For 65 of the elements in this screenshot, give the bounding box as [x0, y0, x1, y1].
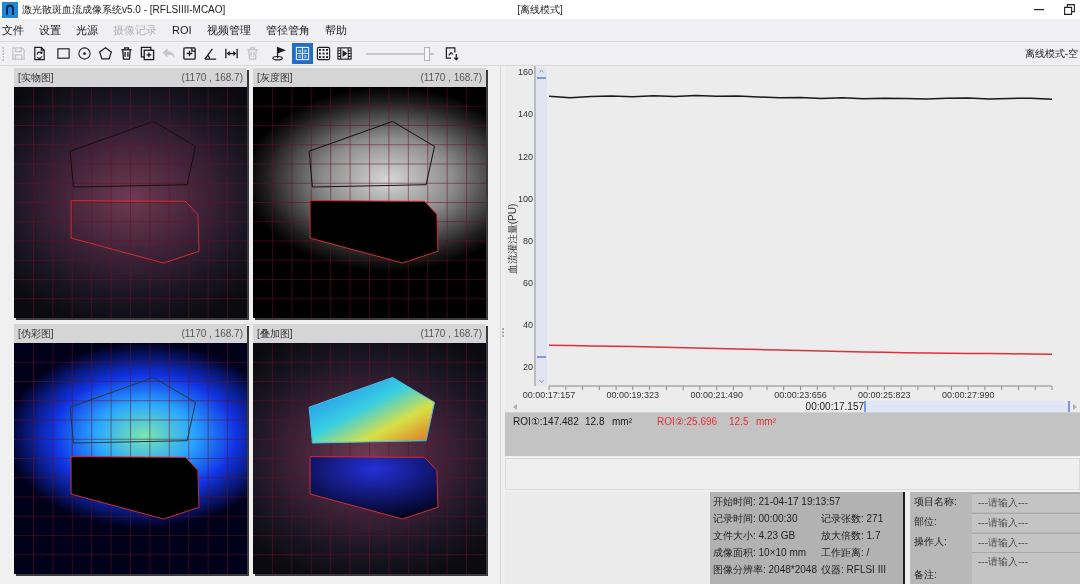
- minimize-icon[interactable]: [1034, 8, 1044, 11]
- y-tick-label: 120: [517, 151, 533, 162]
- info-text: 图像分辨率: 2048*2048: [713, 564, 818, 575]
- input-field[interactable]: ---请输入---: [972, 492, 1080, 512]
- info-text: 仪器: RFLSI III: [821, 564, 887, 575]
- range-handle[interactable]: [536, 356, 547, 358]
- menu-item[interactable]: ROI: [172, 24, 192, 36]
- info-text: 工作距离: /: [821, 547, 871, 558]
- roi-area-unit: mm²: [612, 417, 632, 427]
- panel-title: [叠加图]: [257, 328, 293, 339]
- toolbar-grip-icon[interactable]: [2, 46, 5, 61]
- app-logo-icon: [2, 1, 18, 18]
- y-tick-label: 140: [517, 109, 533, 120]
- info-text: 放大倍数: 1.7: [821, 530, 882, 541]
- roi-value: ROI②:25.696: [657, 417, 719, 427]
- x-tick-label: 00:00:17:157: [522, 390, 576, 400]
- y-tick-label: 80: [523, 235, 533, 246]
- panel-title: [实物图]: [18, 72, 54, 83]
- y-tick-label: 100: [517, 193, 533, 204]
- field-label: 操作人:: [913, 537, 948, 547]
- cursor-coordinates: (1170 , 168.7): [181, 328, 243, 339]
- x-tick-label: 00:00:27:990: [941, 390, 995, 400]
- input-field[interactable]: ---请输入---: [972, 532, 1080, 552]
- roi-area: 12.8: [585, 417, 612, 427]
- y-tick-label: 20: [523, 362, 533, 373]
- slider-thumb[interactable]: [424, 46, 431, 61]
- roi-area-unit: mm²: [756, 417, 776, 427]
- menu-item[interactable]: 帮助: [324, 24, 347, 36]
- menu-item[interactable]: 管径管角: [265, 24, 310, 36]
- x-tick-label: 00:00:25:823: [858, 390, 911, 400]
- panel-title: [灰度图]: [257, 72, 293, 83]
- panel-title: [伪彩图]: [18, 328, 54, 339]
- cursor-coordinates: (1170 , 168.7): [181, 72, 243, 83]
- y-range-scrollbar[interactable]: [536, 68, 547, 386]
- field-label: 备注:: [913, 570, 938, 582]
- menu-item[interactable]: 设置: [39, 24, 61, 36]
- x-tick-label: 00:00:19:323: [606, 390, 660, 400]
- cursor-coordinates: (1170 , 168.7): [420, 72, 482, 83]
- input-field[interactable]: ---请输入---: [972, 512, 1080, 532]
- time-range-scrollbar[interactable]: [864, 401, 1070, 412]
- field-label: 项目名称:: [913, 497, 958, 507]
- menu-item[interactable]: 文件: [2, 24, 24, 36]
- field-label: 部位:: [913, 517, 938, 527]
- x-tick-label: 00:00:23:656: [774, 390, 827, 400]
- y-axis-title: 血流灌注量(PU): [506, 203, 518, 275]
- menu-item[interactable]: 光源: [76, 24, 98, 36]
- y-tick-label: 160: [517, 67, 533, 78]
- notes-field[interactable]: ---请输入---: [972, 552, 1080, 584]
- info-text: 开始时间: 21-04-17 19:13:57: [713, 496, 842, 507]
- info-text: 成像面积: 10×10 mm: [713, 547, 808, 558]
- y-tick-label: 40: [523, 319, 533, 330]
- range-start-time: 00:00:17.157: [805, 401, 864, 412]
- x-tick-label: 00:00:21:490: [690, 390, 743, 400]
- mode-title: [离线模式]: [517, 4, 563, 15]
- roi-value: ROI①:147.482: [513, 417, 580, 427]
- menu-item[interactable]: 视频管理: [206, 24, 251, 36]
- info-text: 记录张数: 271: [821, 513, 885, 524]
- cursor-coordinates: (1170 , 168.7): [420, 328, 482, 339]
- roi-area: 12.5: [729, 417, 756, 427]
- window-title: 激光散斑血流成像系统v5.0 - [RFLSIIII-MCAO]: [22, 4, 226, 15]
- range-handle[interactable]: [536, 77, 547, 79]
- info-text: 记录时间: 00:00:30: [713, 513, 799, 524]
- y-tick-label: 60: [523, 277, 533, 288]
- mode-status-label: 离线模式-空: [1024, 48, 1079, 59]
- info-text: 文件大小: 4.23 GB: [713, 530, 797, 541]
